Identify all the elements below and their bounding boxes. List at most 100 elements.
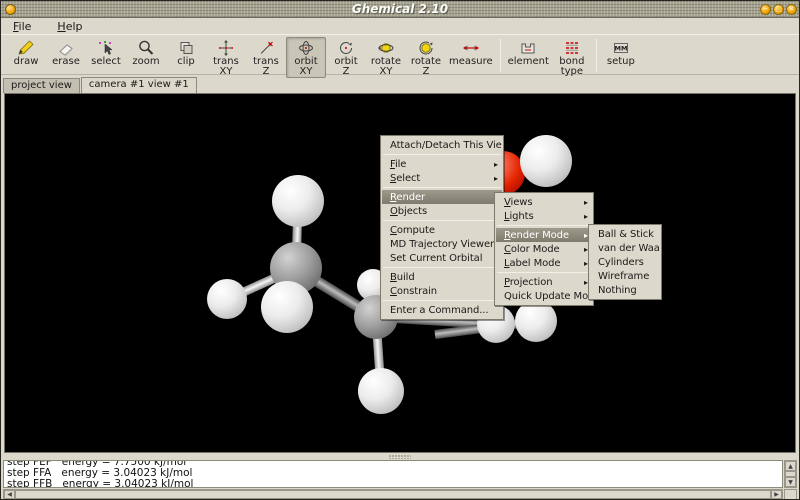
toolbar-label: measure <box>449 57 493 67</box>
toolbar-label: orbitXY <box>294 57 317 77</box>
view-context-menu: Attach/Detach This ViewFile▸Select▸Rende… <box>380 135 504 320</box>
tab-camera-1-view-1[interactable]: camera #1 view #1 <box>81 77 197 93</box>
toolbar-erase-button[interactable]: erase <box>46 37 86 68</box>
submenu-arrow-icon: ▸ <box>584 212 588 221</box>
context-menu-item-select[interactable]: Select▸ <box>382 171 502 185</box>
menu-item-label: Objects <box>390 206 488 217</box>
toolbar-label: element <box>508 57 549 67</box>
submenu-arrow-icon: ▸ <box>584 198 588 207</box>
log-horizontal-scrollbar[interactable]: ◀ ▶ <box>3 489 783 500</box>
context-menu-item-enter-a-command[interactable]: Enter a Command... <box>382 303 502 317</box>
toolbar-bond-type-button[interactable]: bondtype <box>552 37 592 78</box>
element-icon <box>518 39 538 57</box>
scroll-down-button[interactable]: ▼ <box>785 477 796 487</box>
context-menu-item-render[interactable]: Render▸ <box>382 190 502 204</box>
orbit-xy-icon <box>296 39 316 57</box>
pane-resize-grip[interactable] <box>389 455 411 459</box>
menubar-item-file[interactable]: File <box>11 20 33 33</box>
render-submenu-item-render-mode[interactable]: Render Mode▸ <box>496 228 592 242</box>
render-mode-item-wireframe[interactable]: Wireframe <box>590 269 660 283</box>
render-submenu-separator <box>497 225 591 226</box>
menu-item-label: Cylinders <box>598 257 656 268</box>
render-submenu-item-views[interactable]: Views▸ <box>496 195 592 209</box>
rotate-z-icon <box>416 39 436 57</box>
toolbar-separator <box>596 39 597 72</box>
context-menu-item-constrain[interactable]: Constrain▸ <box>382 284 502 298</box>
context-menu-item-attach-detach-this-view[interactable]: Attach/Detach This View <box>382 138 502 152</box>
molecule-atom-h <box>261 281 313 333</box>
menu-item-label: Quick Update Mode <box>504 291 592 302</box>
close-button[interactable]: ✕ <box>786 4 797 15</box>
toolbar-rotate-xy-button[interactable]: rotateXY <box>366 37 406 78</box>
menu-item-label: Attach/Detach This View <box>390 140 502 151</box>
render-submenu-item-quick-update-mode[interactable]: Quick Update Mode <box>496 289 592 303</box>
render-submenu-item-projection[interactable]: Projection▸ <box>496 275 592 289</box>
translate-z-icon <box>256 39 276 57</box>
menu-item-label: Nothing <box>598 285 656 296</box>
tab-project-view[interactable]: project view <box>3 78 80 93</box>
render-submenu-item-label-mode[interactable]: Label Mode▸ <box>496 256 592 270</box>
menu-item-label: Select <box>390 173 488 184</box>
toolbar-trans-z-button[interactable]: transZ <box>246 37 286 78</box>
toolbar-rotate-z-button[interactable]: rotateZ <box>406 37 446 78</box>
molecule-atom-h <box>520 135 572 187</box>
menu-item-label: Projection <box>504 277 578 288</box>
toolbar-label: rotateZ <box>411 57 441 77</box>
toolbar-separator <box>500 39 501 72</box>
menu-item-label: Label Mode <box>504 258 578 269</box>
menu-item-label: Wireframe <box>598 271 656 282</box>
render-submenu: Views▸Lights▸Render Mode▸Color Mode▸Labe… <box>494 192 594 306</box>
scroll-up-button[interactable]: ▲ <box>785 461 796 471</box>
menu-item-label: Enter a Command... <box>390 305 498 316</box>
toolbar-label: rotateXY <box>371 57 401 77</box>
render-submenu-item-lights[interactable]: Lights▸ <box>496 209 592 223</box>
scroll-right-button[interactable]: ▶ <box>771 490 782 499</box>
render-mode-item-cylinders[interactable]: Cylinders <box>590 255 660 269</box>
context-menu-separator <box>383 267 501 268</box>
render-submenu-item-color-mode[interactable]: Color Mode▸ <box>496 242 592 256</box>
toolbar-setup-button[interactable]: MMsetup <box>601 37 641 68</box>
render-mode-item-van-der-waals[interactable]: van der Waals <box>590 241 660 255</box>
context-menu-separator <box>383 220 501 221</box>
log-vertical-scrollbar[interactable]: ▲ ▼ <box>784 460 797 488</box>
minimize-button[interactable]: − <box>760 4 771 15</box>
titlebar[interactable]: Ghemical 2.10 −□✕ <box>1 1 799 18</box>
toolbar-element-button[interactable]: element <box>505 37 552 68</box>
scroll-left-button[interactable]: ◀ <box>4 490 15 499</box>
maximize-button[interactable]: □ <box>773 4 784 15</box>
context-menu-item-md-trajectory-viewer[interactable]: MD Trajectory Viewer... <box>382 237 502 251</box>
log-line: step FFB energy = 3.04023 kJ/mol <box>7 479 782 488</box>
toolbar-zoom-button[interactable]: zoom <box>126 37 166 68</box>
toolbar-orbit-z-button[interactable]: orbitZ <box>326 37 366 78</box>
render-submenu-separator <box>497 272 591 273</box>
rotate-xy-icon <box>376 39 396 57</box>
toolbar: draw eraseselectzoomclip transXY transZ orbi… <box>1 34 799 75</box>
toolbar-orbit-xy-button[interactable]: orbitXY <box>286 37 326 78</box>
render-mode-item-ball-stick[interactable]: Ball & Stick <box>590 227 660 241</box>
menu-item-label: Set Current Orbital <box>390 253 498 264</box>
toolbar-label: bondtype <box>559 57 584 77</box>
toolbar-measure-button[interactable]: measure <box>446 37 496 68</box>
context-menu-item-objects[interactable]: Objects▸ <box>382 204 502 218</box>
context-menu-item-compute[interactable]: Compute▸ <box>382 223 502 237</box>
menu-item-label: van der Waals <box>598 243 660 254</box>
message-log: step FEF energy = 7.7500 kJ/molstep FFA … <box>3 460 783 488</box>
context-menu-item-file[interactable]: File▸ <box>382 157 502 171</box>
toolbar-clip-button[interactable]: clip <box>166 37 206 68</box>
toolbar-label: transXY <box>213 57 239 77</box>
bond-type-icon <box>562 39 582 57</box>
molecule-atom-h <box>515 300 557 342</box>
molecule-atom-h <box>358 368 404 414</box>
toolbar-label: draw <box>14 57 39 67</box>
context-menu-item-build[interactable]: Build▸ <box>382 270 502 284</box>
submenu-arrow-icon: ▸ <box>494 160 498 169</box>
toolbar-draw-button[interactable]: draw <box>6 37 46 68</box>
toolbar-trans-xy-button[interactable]: transXY <box>206 37 246 78</box>
toolbar-select-button[interactable]: select <box>86 37 126 68</box>
toolbar-label: transZ <box>253 57 279 77</box>
context-menu-item-set-current-orbital[interactable]: Set Current Orbital <box>382 251 502 265</box>
pencil-icon <box>16 39 36 57</box>
menubar-item-help[interactable]: Help <box>55 20 84 33</box>
render-mode-item-nothing[interactable]: Nothing <box>590 283 660 297</box>
horizontal-scroll-thumb[interactable] <box>15 490 771 499</box>
